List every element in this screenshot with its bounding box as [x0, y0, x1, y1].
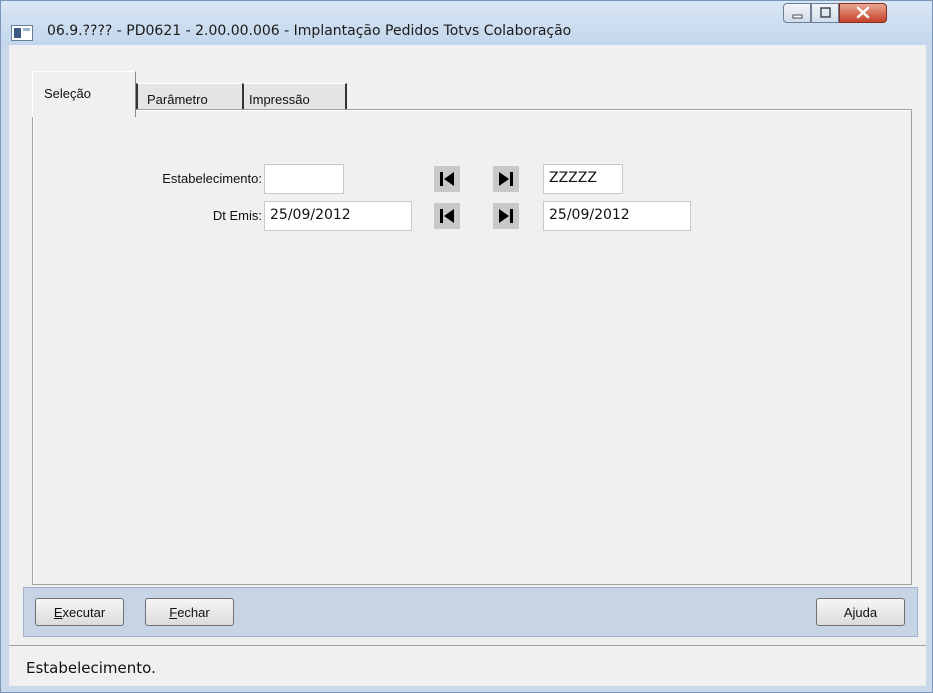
tab-parametro-label: Parâmetro [147, 92, 208, 107]
tab-impressao[interactable]: Impressão [242, 83, 347, 111]
ajuda-button[interactable]: Ajuda [816, 598, 905, 626]
dt-emis-label: Dt Emis: [212, 208, 262, 223]
dt-emis-from-input[interactable]: 25/09/2012 [264, 201, 412, 231]
first-record-icon [440, 172, 454, 186]
maximize-button[interactable] [811, 3, 839, 23]
estabelecimento-last-button[interactable] [493, 166, 519, 192]
last-record-icon [499, 172, 513, 186]
estabelecimento-from-input[interactable] [264, 164, 344, 194]
executar-button[interactable]: Executar [35, 598, 124, 626]
estabelecimento-first-button[interactable] [434, 166, 460, 192]
estabelecimento-to-input[interactable]: ZZZZZ [543, 164, 623, 194]
status-text: Estabelecimento. [26, 659, 156, 677]
title-bar[interactable]: 06.9.???? - PD0621 - 2.00.00.006 - Impla… [1, 1, 932, 45]
executar-label: xecutar [62, 605, 106, 620]
close-button[interactable] [839, 3, 887, 23]
ajuda-label-start: A [843, 605, 853, 620]
maximize-icon [820, 7, 831, 18]
client-area: Seleção Parâmetro Impressão Estabelecime… [9, 45, 926, 686]
dt-emis-to-input[interactable]: 25/09/2012 [543, 201, 691, 231]
minimize-icon [792, 14, 803, 19]
status-bar: Estabelecimento. [9, 645, 926, 686]
first-record-icon [440, 209, 454, 223]
application-window: 06.9.???? - PD0621 - 2.00.00.006 - Impla… [0, 0, 933, 693]
fechar-label: echar [177, 605, 210, 620]
tab-selecao-label: Seleção [44, 86, 91, 101]
window-app-icon[interactable] [11, 25, 33, 41]
minimize-button[interactable] [783, 3, 811, 23]
fechar-button[interactable]: Fechar [145, 598, 234, 626]
last-record-icon [499, 209, 513, 223]
close-icon [856, 6, 870, 19]
window-title: 06.9.???? - PD0621 - 2.00.00.006 - Impla… [47, 23, 572, 39]
tab-selecao[interactable]: Seleção [32, 71, 136, 117]
tab-parametro[interactable]: Parâmetro [136, 83, 244, 111]
estabelecimento-label: Estabelecimento: [162, 171, 262, 186]
tab-impressao-label: Impressão [249, 92, 310, 107]
dt-emis-last-button[interactable] [493, 203, 519, 229]
fechar-mnemonic: F [169, 605, 178, 620]
ajuda-label-end: uda [855, 605, 878, 620]
executar-mnemonic: E [53, 605, 63, 620]
action-bar: Executar Fechar Ajuda [23, 587, 918, 637]
dt-emis-first-button[interactable] [434, 203, 460, 229]
